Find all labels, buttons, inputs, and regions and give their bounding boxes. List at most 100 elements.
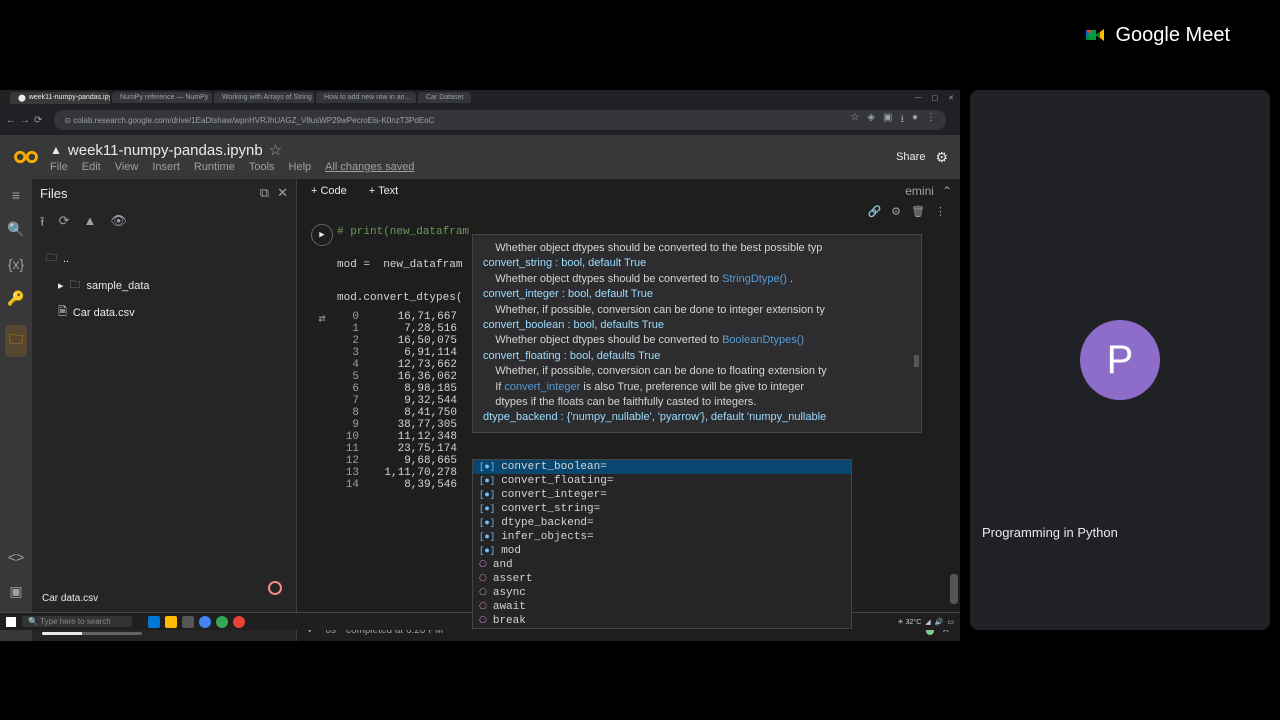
row-index: 3 — [337, 347, 365, 359]
menu-icon[interactable]: ⋮ — [926, 112, 936, 129]
ext-icon[interactable]: ◈ — [867, 112, 875, 129]
share-button[interactable]: Share — [896, 151, 925, 163]
menu-view[interactable]: View — [115, 161, 139, 173]
record-indicator-icon — [268, 581, 282, 595]
taskbar-app-icon[interactable] — [233, 616, 245, 628]
browser-tab[interactable]: NumPy reference — NumPy — [112, 92, 212, 103]
autocomplete-popup: [●]convert_boolean=[●]convert_floating=[… — [472, 459, 852, 629]
collapse-icon[interactable]: ⌃ — [942, 184, 952, 198]
menu-runtime[interactable]: Runtime — [194, 161, 235, 173]
autocomplete-item[interactable]: [●]dtype_backend= — [473, 516, 851, 530]
row-value: 8,98,185 — [365, 383, 465, 395]
tray-icon[interactable]: ◢ — [925, 618, 930, 626]
taskbar-app-icon[interactable] — [182, 616, 194, 628]
tree-file[interactable]: 🗎Car data.csv — [40, 299, 288, 326]
completion-kind-icon: ⎔ — [479, 588, 487, 598]
browser-tab[interactable]: Working with Arrays of String — [214, 92, 314, 103]
maximize-icon[interactable]: ▢ — [932, 94, 939, 102]
row-index: 5 — [337, 371, 365, 383]
cell-delete-icon[interactable]: 🗑 — [911, 205, 925, 218]
profile-icon[interactable]: ● — [912, 112, 918, 129]
tree-folder[interactable]: ▸🗀sample_data — [40, 272, 288, 299]
vars-icon[interactable]: {x} — [8, 256, 24, 272]
toggle-hidden-icon[interactable]: 👁 — [110, 213, 127, 235]
add-text-button[interactable]: + Text — [363, 183, 404, 199]
menu-tools[interactable]: Tools — [249, 161, 275, 173]
weather-widget[interactable]: ☀ 32°C — [897, 618, 921, 626]
windows-start-icon[interactable] — [6, 617, 16, 627]
notebook-title[interactable]: ▲ week11-numpy-pandas.ipynb ☆ — [50, 141, 886, 159]
meet-icon — [1083, 23, 1107, 47]
taskbar-app-icon[interactable] — [148, 616, 160, 628]
toc-icon[interactable]: ≡ — [12, 187, 20, 203]
tray-clock[interactable]: ▭ — [947, 618, 954, 626]
new-window-icon[interactable]: ⧉ — [260, 185, 269, 201]
terminal-icon[interactable]: ▣ — [9, 583, 22, 600]
browser-tab[interactable]: Car Dataset — [418, 92, 471, 103]
taskbar-app-icon[interactable] — [165, 616, 177, 628]
completion-kind-icon: ⎔ — [479, 616, 487, 626]
autocomplete-item[interactable]: [●]convert_floating= — [473, 474, 851, 488]
download-icon[interactable]: ⭳ — [900, 112, 904, 129]
autocomplete-item[interactable]: ⎔break — [473, 614, 851, 628]
autocomplete-item[interactable]: ⎔await — [473, 600, 851, 614]
completion-label: await — [493, 601, 526, 613]
completion-kind-icon: [●] — [479, 546, 495, 556]
menu-edit[interactable]: Edit — [82, 161, 101, 173]
autocomplete-item[interactable]: ⎔async — [473, 586, 851, 600]
mount-drive-icon[interactable]: ▲ — [83, 213, 96, 235]
star-icon[interactable]: ☆ — [269, 141, 282, 159]
settings-icon[interactable]: ⚙ — [935, 149, 948, 166]
browser-tab[interactable]: ⬤week11-numpy-pandas.ipy — [10, 92, 110, 104]
refresh-icon[interactable]: ⟳ — [59, 213, 70, 235]
autocomplete-item[interactable]: [●]mod — [473, 544, 851, 558]
address-bar[interactable]: ⊙ colab.research.google.com/drive/1EaDts… — [54, 110, 946, 130]
code-icon[interactable]: <> — [8, 549, 24, 565]
menu-help[interactable]: Help — [289, 161, 312, 173]
cell-link-icon[interactable]: 🔗 — [867, 205, 881, 218]
taskbar-app-icon[interactable] — [216, 616, 228, 628]
upload-icon[interactable]: ⭱ — [40, 213, 45, 235]
add-code-button[interactable]: + Code — [305, 183, 353, 199]
taskbar-search[interactable]: 🔍 Type here to search — [22, 616, 132, 627]
autocomplete-item[interactable]: [●]convert_boolean= — [473, 460, 851, 474]
row-index: 7 — [337, 395, 365, 407]
gemini-button[interactable]: emini — [905, 184, 934, 198]
secrets-icon[interactable]: 🔑 — [7, 290, 24, 307]
minimize-icon[interactable]: — — [915, 94, 922, 102]
autocomplete-item[interactable]: [●]convert_string= — [473, 502, 851, 516]
files-icon[interactable]: 🗀 — [5, 325, 27, 357]
nav-back-icon[interactable]: ← — [6, 115, 16, 126]
tray-icon[interactable]: 🔊 — [935, 618, 944, 626]
browser-tab[interactable]: How to add new row in an... — [316, 92, 416, 103]
row-index: 1 — [337, 323, 365, 335]
autocomplete-item[interactable]: ⎔and — [473, 558, 851, 572]
close-icon[interactable]: ✕ — [948, 94, 954, 102]
output-toggle-icon[interactable]: ⇄ — [318, 311, 325, 326]
autocomplete-item[interactable]: [●]convert_integer= — [473, 488, 851, 502]
completion-label: and — [493, 559, 513, 571]
nav-forward-icon[interactable]: → — [20, 115, 30, 126]
cell-settings-icon[interactable]: ⚙ — [891, 205, 901, 218]
menu-insert[interactable]: Insert — [152, 161, 180, 173]
row-value: 12,73,662 — [365, 359, 465, 371]
tooltip-scrollbar[interactable] — [914, 355, 919, 367]
cell-more-icon[interactable]: ⋮ — [935, 205, 946, 218]
ext-icon[interactable]: ▣ — [883, 112, 892, 129]
autocomplete-item[interactable]: ⎔assert — [473, 572, 851, 586]
tree-root[interactable]: 🗀.. — [40, 245, 288, 272]
avatar: P — [1080, 320, 1160, 400]
reload-icon[interactable]: ⟳ — [34, 115, 42, 126]
run-cell-button[interactable]: ▶ — [311, 224, 333, 246]
star-icon[interactable]: ☆ — [850, 112, 859, 129]
notebook-scrollbar[interactable] — [950, 574, 958, 604]
menu-file[interactable]: File — [50, 161, 68, 173]
autocomplete-item[interactable]: [●]infer_objects= — [473, 530, 851, 544]
completion-kind-icon: [●] — [479, 504, 495, 514]
search-icon[interactable]: 🔍 — [7, 221, 24, 238]
participant-name: Programming in Python — [982, 525, 1118, 540]
taskbar-app-icon[interactable] — [199, 616, 211, 628]
close-panel-icon[interactable]: ✕ — [277, 185, 288, 201]
completion-kind-icon: [●] — [479, 462, 495, 472]
completion-kind-icon: [●] — [479, 476, 495, 486]
